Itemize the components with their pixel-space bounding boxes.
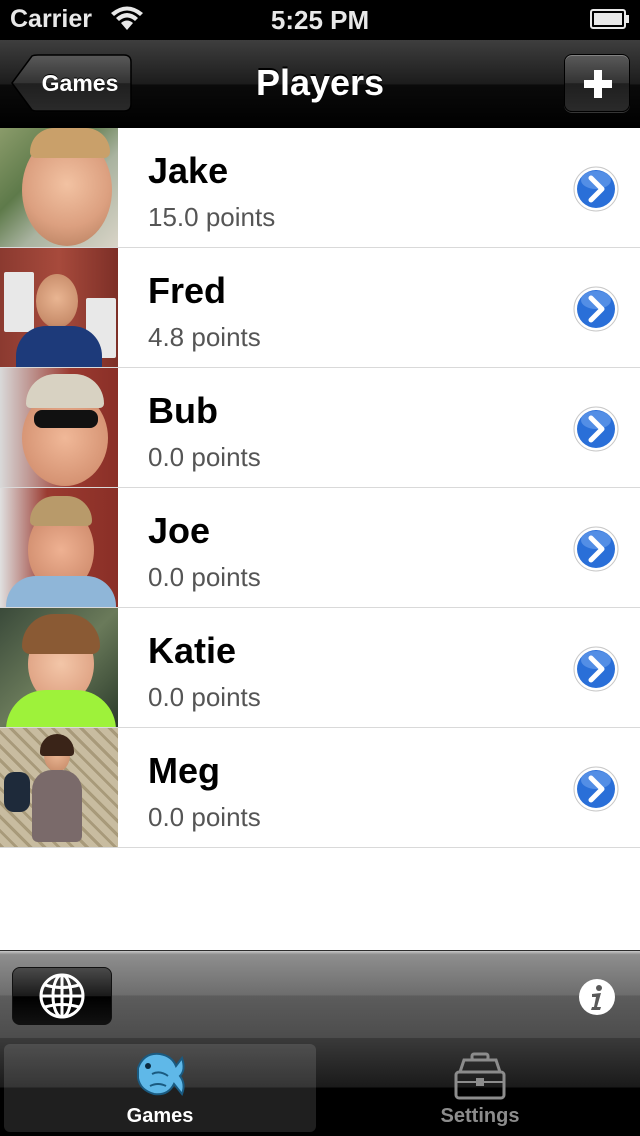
- player-name: Bub: [148, 390, 218, 431]
- player-avatar-meg: [0, 728, 118, 847]
- detail-disclosure-icon[interactable]: [572, 765, 620, 813]
- tab-games[interactable]: Games: [4, 1044, 316, 1132]
- player-points: 4.8 points: [148, 322, 261, 352]
- player-name: Jake: [148, 150, 229, 191]
- status-time: 5:25 PM: [270, 5, 370, 35]
- player-avatar-jake: [0, 128, 118, 247]
- globe-button[interactable]: [12, 967, 112, 1025]
- info-icon[interactable]: [578, 978, 616, 1016]
- player-row-jake[interactable]: Jake 15.0 points: [0, 128, 640, 248]
- player-points: 0.0 points: [148, 562, 261, 592]
- tab-label: Settings: [440, 1105, 520, 1127]
- player-avatar-bub: [0, 368, 118, 487]
- player-name: Fred: [148, 270, 227, 311]
- player-name: Joe: [148, 510, 211, 551]
- player-points: 15.0 points: [148, 202, 276, 232]
- player-row-fred[interactable]: Fred 4.8 points: [0, 248, 640, 368]
- fish-icon: [137, 1052, 185, 1096]
- player-avatar-katie: [0, 608, 118, 727]
- back-button-label: Games: [41, 70, 119, 96]
- battery-icon: [590, 9, 629, 29]
- detail-disclosure-icon[interactable]: [572, 525, 620, 573]
- detail-disclosure-icon[interactable]: [572, 285, 620, 333]
- player-points: 0.0 points: [148, 442, 261, 472]
- bottom-toolbar: [0, 950, 640, 1039]
- status-bar: Carrier 5:25 PM: [0, 0, 640, 40]
- player-points: 0.0 points: [148, 802, 261, 832]
- player-row-joe[interactable]: Joe 0.0 points: [0, 488, 640, 608]
- detail-disclosure-icon[interactable]: [572, 405, 620, 453]
- navigation-bar: Games Players: [0, 40, 640, 129]
- player-avatar-fred: [0, 248, 118, 367]
- wifi-icon: [111, 6, 143, 30]
- detail-disclosure-icon[interactable]: [572, 645, 620, 693]
- detail-disclosure-icon[interactable]: [572, 165, 620, 213]
- player-name: Meg: [148, 750, 220, 791]
- tab-settings[interactable]: Settings: [324, 1044, 636, 1132]
- player-row-meg[interactable]: Meg 0.0 points: [0, 728, 640, 848]
- player-row-katie[interactable]: Katie 0.0 points: [0, 608, 640, 728]
- carrier-label: Carrier: [10, 5, 92, 33]
- player-name: Katie: [148, 630, 237, 671]
- globe-icon: [39, 973, 85, 1019]
- tackle-box-icon: [454, 1052, 506, 1100]
- back-button-games[interactable]: Games: [10, 54, 132, 112]
- tab-bar: Games Settings: [0, 1038, 640, 1136]
- add-player-button[interactable]: [564, 54, 630, 112]
- player-row-bub[interactable]: Bub 0.0 points: [0, 368, 640, 488]
- player-points: 0.0 points: [148, 682, 261, 712]
- plus-icon: [584, 70, 612, 98]
- player-avatar-joe: [0, 488, 118, 607]
- tab-label: Games: [126, 1105, 194, 1127]
- players-list: Jake 15.0 points Fred 4.8 points Bub 0.0…: [0, 128, 640, 848]
